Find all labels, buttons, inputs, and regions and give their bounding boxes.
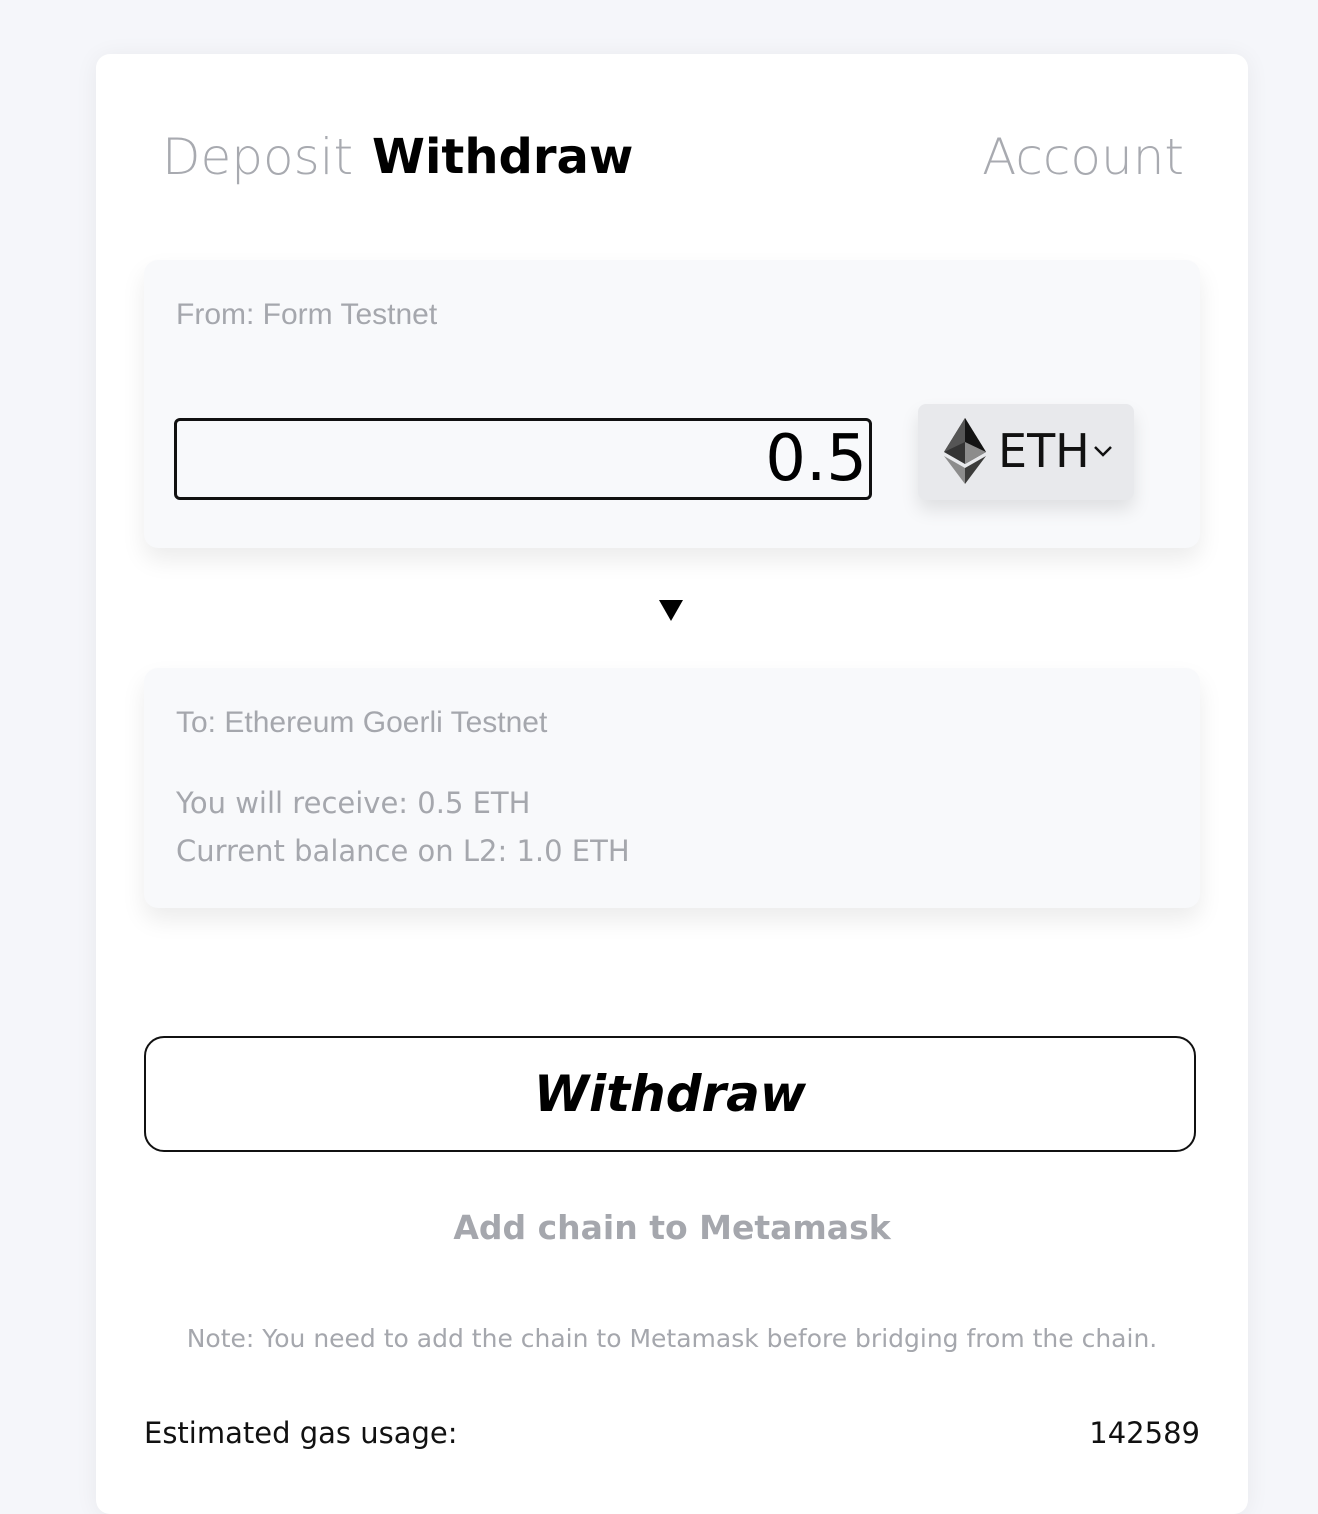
ethereum-icon [944, 418, 986, 484]
bridge-card: Deposit Withdraw Account From: Form Test… [96, 54, 1248, 1514]
from-panel: From: Form Testnet ETH [144, 260, 1200, 548]
chevron-down-icon [1094, 446, 1112, 457]
token-select-button[interactable]: ETH [918, 404, 1134, 500]
receive-amount-text: You will receive: 0.5 ETH [176, 786, 531, 820]
metamask-note: Note: You need to add the chain to Metam… [186, 1324, 1158, 1353]
tab-withdraw[interactable]: Withdraw [372, 124, 633, 190]
add-chain-to-metamask-link[interactable]: Add chain to Metamask [96, 1208, 1248, 1247]
to-panel: To: Ethereum Goerli Testnet You will rec… [144, 668, 1200, 908]
withdraw-button[interactable]: Withdraw [144, 1036, 1196, 1152]
from-network-label: From: Form Testnet [176, 298, 438, 331]
tab-deposit[interactable]: Deposit [162, 124, 353, 190]
arrow-down-icon [659, 600, 683, 621]
tab-bar: Deposit Withdraw Account [162, 124, 1184, 194]
gas-value: 142589 [1089, 1416, 1200, 1450]
l2-balance-text: Current balance on L2: 1.0 ETH [176, 834, 630, 868]
gas-estimate-row: Estimated gas usage: 142589 [144, 1416, 1200, 1456]
tab-account[interactable]: Account [982, 124, 1184, 190]
amount-input[interactable] [174, 418, 872, 500]
gas-label: Estimated gas usage: [144, 1416, 458, 1450]
to-network-label: To: Ethereum Goerli Testnet [176, 706, 548, 739]
token-label: ETH [998, 424, 1090, 478]
